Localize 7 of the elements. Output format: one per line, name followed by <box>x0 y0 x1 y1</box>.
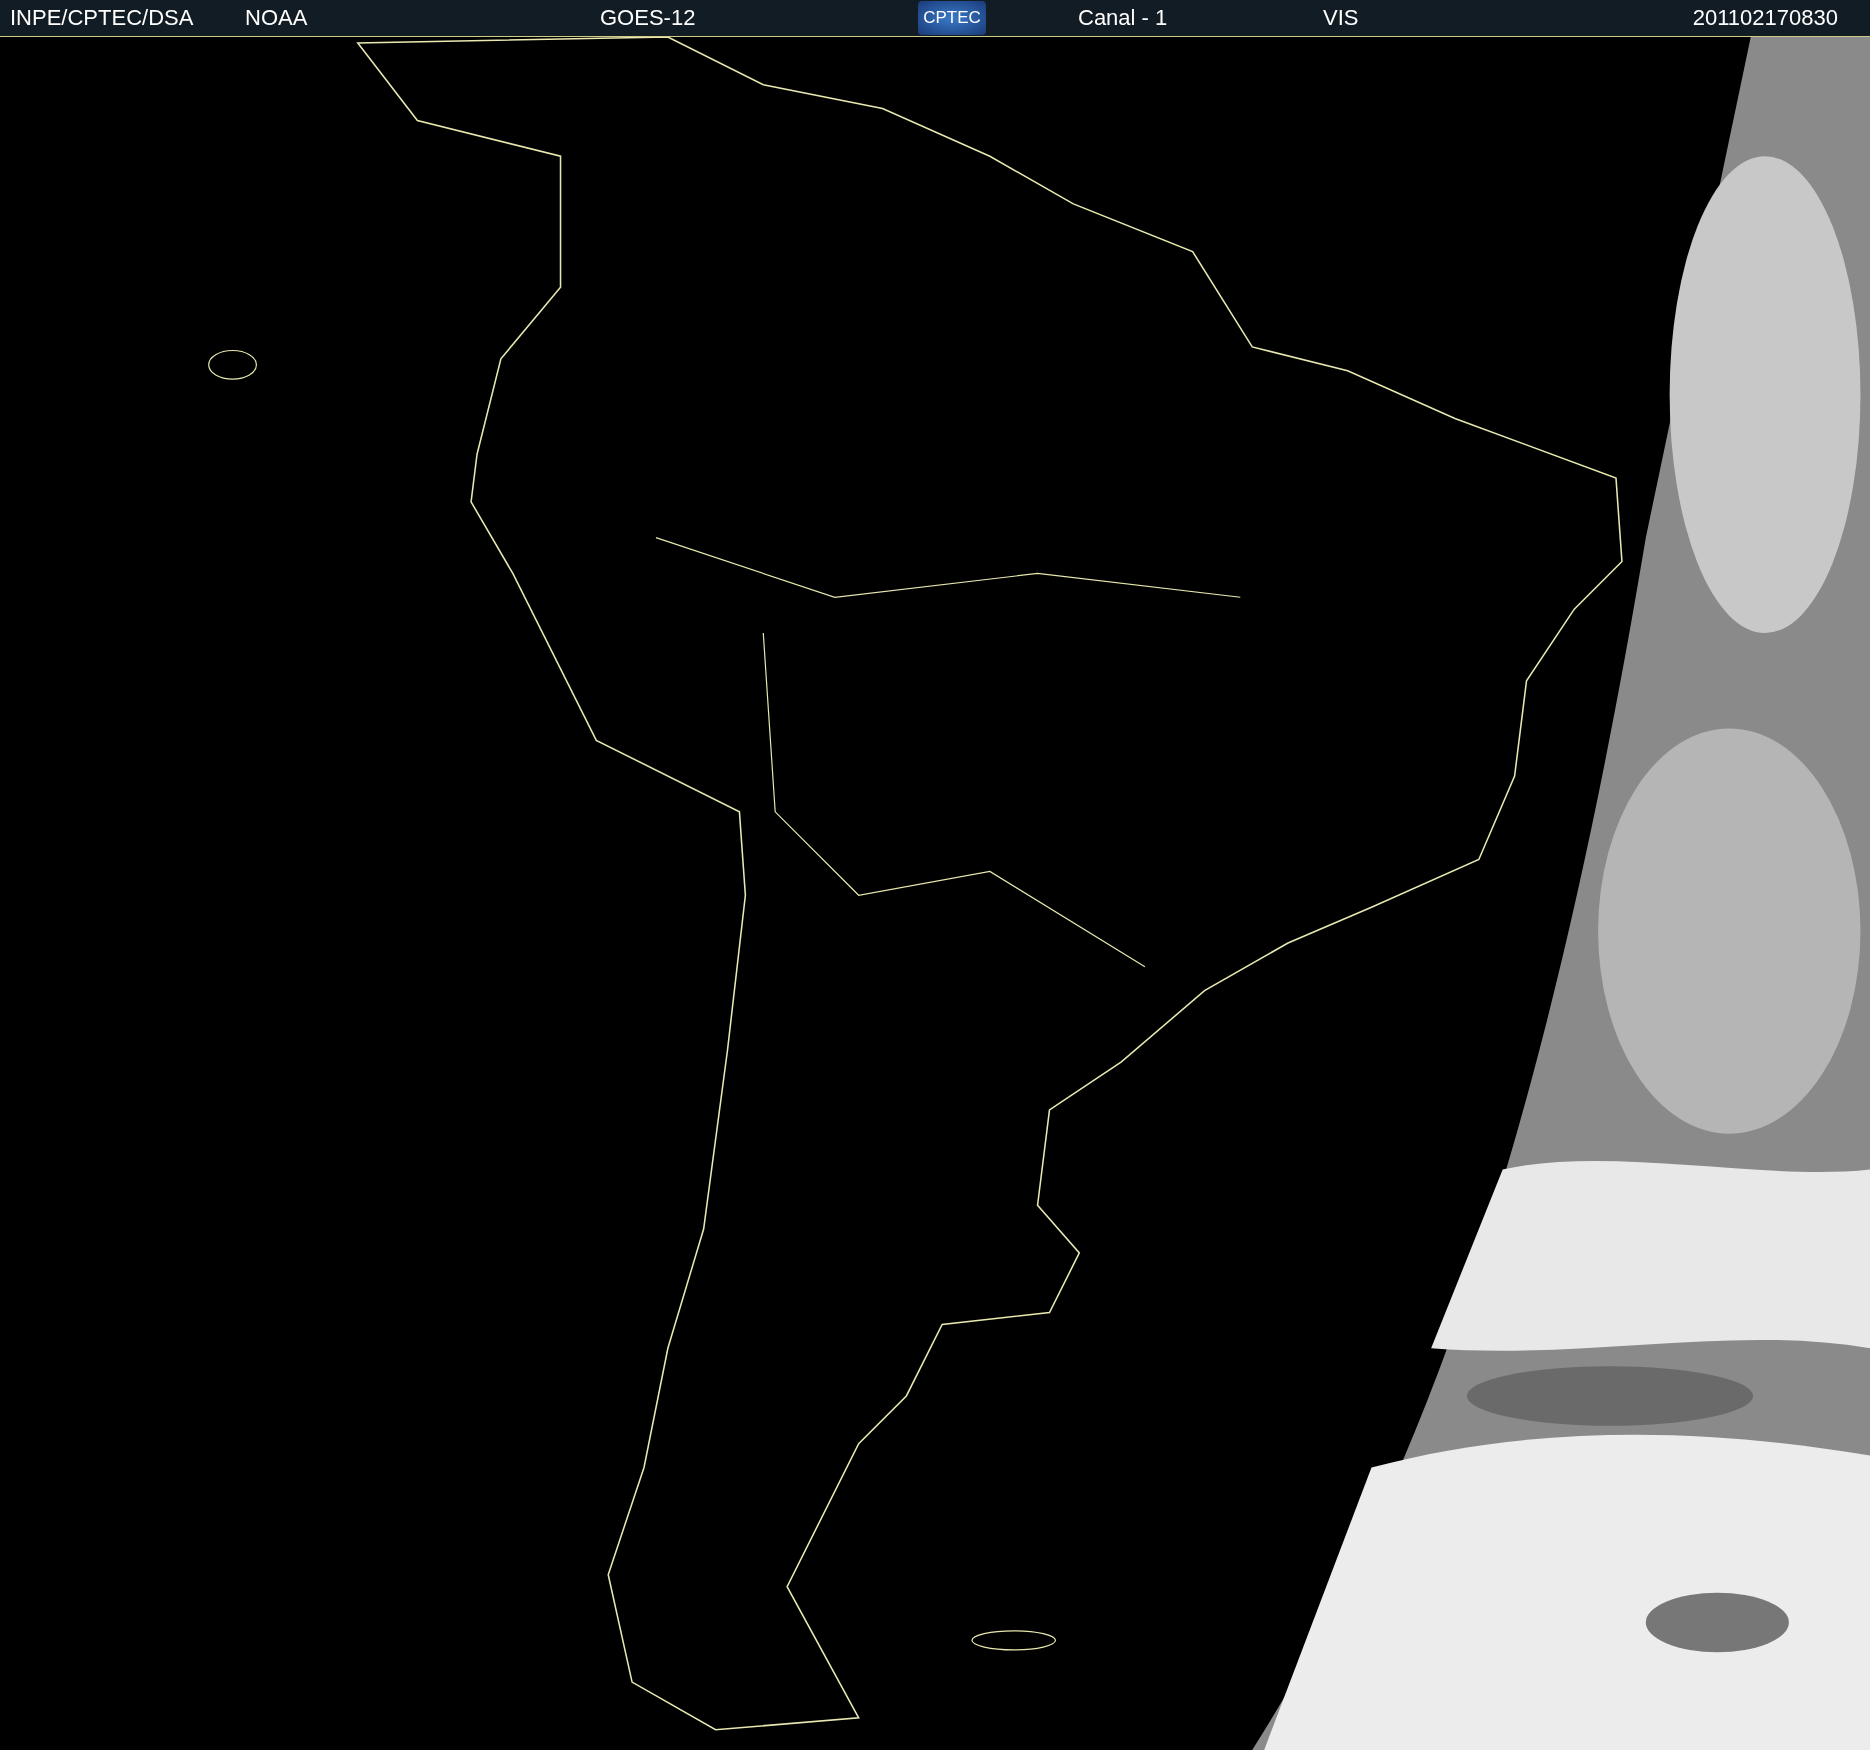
channel-label: Canal - 1 <box>1078 5 1169 31</box>
timestamp-label: 201102170830 <box>1692 5 1838 31</box>
source-label: INPE/CPTEC/DSA <box>10 5 195 31</box>
logo: CPTEC <box>918 1 986 35</box>
agency-label: NOAA <box>245 5 309 31</box>
band-label: VIS <box>1323 5 1360 31</box>
satellite-label: GOES-12 <box>600 5 697 31</box>
